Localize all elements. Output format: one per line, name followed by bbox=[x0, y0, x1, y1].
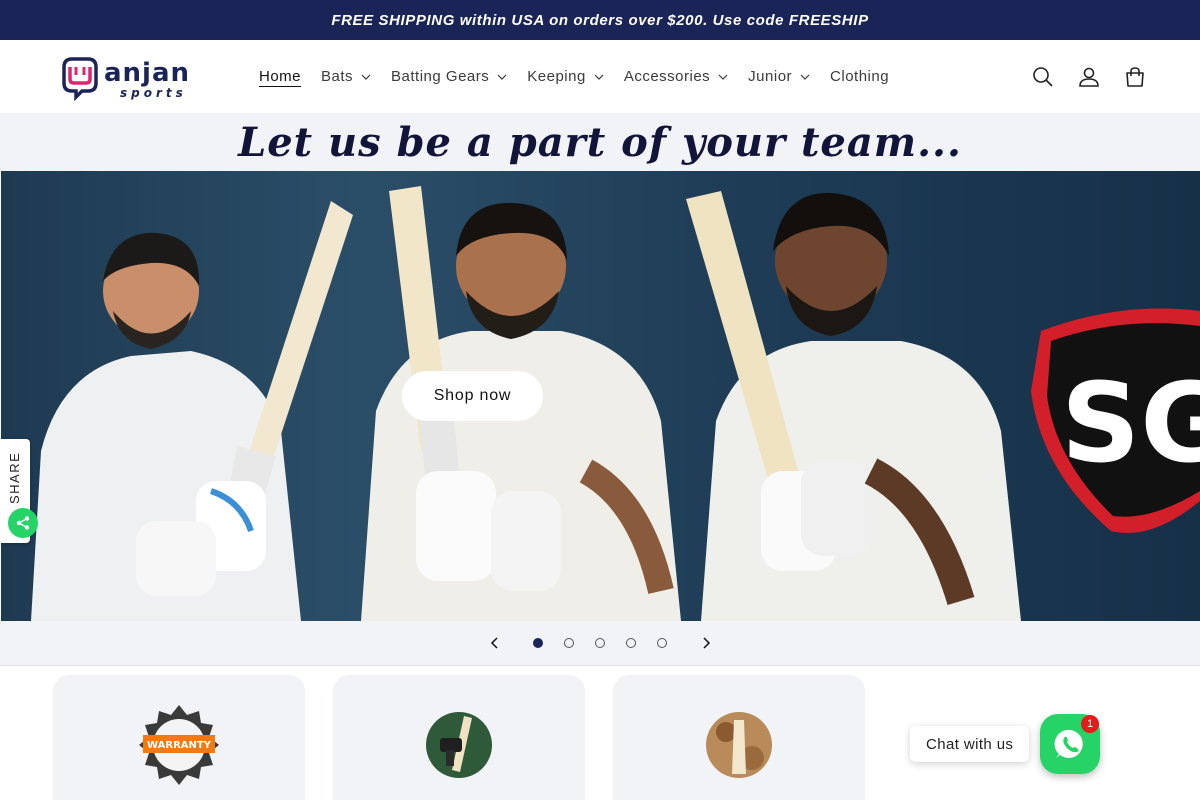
site-header: anjan sports Home Bats Batting Gears Kee… bbox=[0, 40, 1200, 113]
nav-label: Bats bbox=[321, 68, 354, 85]
nav-keeping[interactable]: Keeping bbox=[517, 57, 614, 97]
account-icon[interactable] bbox=[1076, 64, 1102, 90]
announcement-bar: FREE SHIPPING within USA on orders over … bbox=[0, 0, 1200, 40]
feature-card[interactable] bbox=[333, 675, 585, 800]
warranty-badge-icon: WARRANTY bbox=[137, 703, 221, 787]
tagline-text: Let us be a part of your team... bbox=[238, 118, 962, 166]
sg-shield-logo: SG bbox=[1031, 308, 1200, 533]
nav-home[interactable]: Home bbox=[249, 57, 311, 97]
shop-now-button[interactable]: Shop now bbox=[402, 371, 543, 421]
chevron-down-icon bbox=[361, 74, 371, 80]
feature-card[interactable] bbox=[613, 675, 865, 800]
slide-dot-4[interactable] bbox=[616, 628, 647, 659]
slider-dots bbox=[523, 628, 678, 659]
chevron-left-icon[interactable] bbox=[473, 621, 517, 665]
chevron-down-icon bbox=[497, 74, 507, 80]
chevron-right-icon[interactable] bbox=[684, 621, 728, 665]
tagline-band: Let us be a part of your team... bbox=[0, 113, 1200, 171]
player-left bbox=[31, 201, 353, 621]
chevron-down-icon bbox=[800, 74, 810, 80]
share-label: SHARE bbox=[7, 451, 22, 505]
nav-label: Keeping bbox=[527, 68, 586, 85]
header-actions bbox=[1030, 64, 1148, 90]
nav-label: Home bbox=[259, 68, 302, 85]
bat-knocking-icon bbox=[697, 703, 781, 787]
svg-text:sports: sports bbox=[120, 86, 187, 100]
nav-junior[interactable]: Junior bbox=[738, 57, 820, 97]
nav-label: Clothing bbox=[830, 68, 890, 85]
svg-text:anjan: anjan bbox=[104, 58, 190, 88]
hero-banner: SG Shop now bbox=[1, 171, 1200, 621]
chevron-down-icon bbox=[718, 74, 728, 80]
chevron-down-icon bbox=[594, 74, 604, 80]
slide-dot-2[interactable] bbox=[554, 628, 585, 659]
feature-card[interactable]: WARRANTY bbox=[53, 675, 305, 800]
chat-notification-badge: 1 bbox=[1081, 715, 1099, 733]
slide-dot-5[interactable] bbox=[647, 628, 678, 659]
slider-controls bbox=[0, 621, 1200, 666]
nav-label: Batting Gears bbox=[391, 68, 490, 85]
nav-bats[interactable]: Bats bbox=[311, 57, 381, 97]
chat-with-us-label[interactable]: Chat with us bbox=[910, 726, 1030, 762]
main-nav: Home Bats Batting Gears Keeping Accessor… bbox=[249, 57, 899, 97]
slide-dot-3[interactable] bbox=[585, 628, 616, 659]
site-logo[interactable]: anjan sports bbox=[58, 53, 218, 101]
nav-clothing[interactable]: Clothing bbox=[820, 57, 899, 97]
nav-batting-gears[interactable]: Batting Gears bbox=[381, 57, 517, 97]
search-icon[interactable] bbox=[1030, 64, 1056, 90]
hero-image: SG bbox=[31, 186, 1200, 621]
feature-cards: WARRANTY bbox=[53, 675, 865, 800]
nav-accessories[interactable]: Accessories bbox=[614, 57, 738, 97]
slide-dot-1[interactable] bbox=[523, 628, 554, 659]
sg-badge-text: SG bbox=[1061, 359, 1200, 487]
whatsapp-icon bbox=[1054, 729, 1083, 758]
player-right bbox=[686, 191, 1021, 621]
announcement-text: FREE SHIPPING within USA on orders over … bbox=[331, 11, 869, 29]
warranty-badge-text: WARRANTY bbox=[147, 740, 212, 751]
cart-icon[interactable] bbox=[1122, 64, 1148, 90]
bat-service-icon bbox=[417, 703, 501, 787]
nav-label: Accessories bbox=[623, 68, 711, 85]
share-icon[interactable] bbox=[8, 508, 38, 538]
nav-label: Junior bbox=[748, 68, 793, 85]
